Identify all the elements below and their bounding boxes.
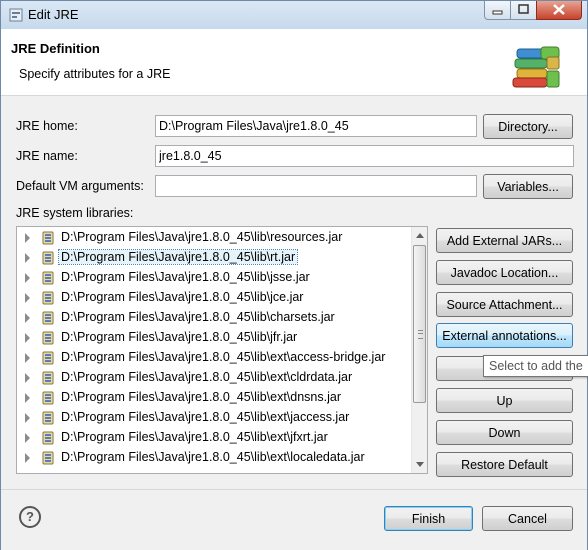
libraries-scrollbar[interactable]	[411, 227, 427, 473]
close-button[interactable]	[536, 1, 582, 20]
variables-button[interactable]: Variables...	[483, 174, 573, 199]
library-row[interactable]: D:\Program Files\Java\jre1.8.0_45\lib\jc…	[17, 288, 411, 308]
library-row[interactable]: D:\Program Files\Java\jre1.8.0_45\lib\ex…	[17, 408, 411, 428]
vm-args-input[interactable]	[155, 175, 477, 197]
library-row[interactable]: D:\Program Files\Java\jre1.8.0_45\lib\ex…	[17, 348, 411, 368]
javadoc-location-button[interactable]: Javadoc Location...	[436, 260, 573, 285]
window-app-icon	[9, 8, 23, 22]
header-subtitle: Specify attributes for a JRE	[19, 67, 171, 81]
expand-arrow-icon[interactable]	[25, 253, 30, 263]
library-row[interactable]: D:\Program Files\Java\jre1.8.0_45\lib\js…	[17, 268, 411, 288]
jre-name-label: JRE name:	[16, 149, 78, 163]
scroll-down-arrow-icon[interactable]	[416, 462, 424, 467]
library-path: D:\Program Files\Java\jre1.8.0_45\lib\ch…	[61, 310, 335, 324]
expand-arrow-icon[interactable]	[25, 293, 30, 303]
directory-button[interactable]: Directory...	[483, 114, 573, 139]
library-row[interactable]: D:\Program Files\Java\jre1.8.0_45\lib\ex…	[17, 368, 411, 388]
jar-file-icon	[42, 411, 54, 425]
library-books-icon	[512, 46, 560, 88]
maximize-button[interactable]	[510, 1, 537, 20]
up-button[interactable]: Up	[436, 388, 573, 413]
library-path: D:\Program Files\Java\jre1.8.0_45\lib\ex…	[61, 350, 386, 364]
minimize-button[interactable]	[484, 1, 511, 20]
external-annotations-button[interactable]: External annotations...	[436, 323, 573, 348]
expand-arrow-icon[interactable]	[25, 313, 30, 323]
jre-home-input[interactable]	[155, 115, 477, 137]
expand-arrow-icon[interactable]	[25, 233, 30, 243]
jre-libraries-label: JRE system libraries:	[16, 206, 134, 220]
jar-file-icon	[42, 331, 54, 345]
dialog-footer: ? Finish Cancel	[1, 489, 587, 550]
jar-file-icon	[42, 371, 54, 385]
title-bar[interactable]: Edit JRE	[1, 1, 587, 29]
minimize-icon	[492, 10, 503, 15]
scrollbar-thumb[interactable]	[413, 245, 426, 403]
vm-args-label: Default VM arguments:	[16, 179, 144, 193]
library-path: D:\Program Files\Java\jre1.8.0_45\lib\ex…	[61, 370, 353, 384]
library-row[interactable]: D:\Program Files\Java\jre1.8.0_45\lib\re…	[17, 228, 411, 248]
library-row[interactable]: D:\Program Files\Java\jre1.8.0_45\lib\ex…	[17, 448, 411, 468]
add-external-jars-button[interactable]: Add External JARs...	[436, 228, 573, 253]
jar-file-icon	[42, 391, 54, 405]
tooltip: Select to add the	[483, 355, 588, 377]
cancel-button[interactable]: Cancel	[482, 506, 573, 531]
jar-file-icon	[42, 291, 54, 305]
jar-file-icon	[42, 251, 54, 265]
scroll-grip-icon	[418, 330, 423, 339]
window-title: Edit JRE	[28, 7, 79, 22]
expand-arrow-icon[interactable]	[25, 433, 30, 443]
library-path: D:\Program Files\Java\jre1.8.0_45\lib\ex…	[61, 410, 350, 424]
library-path: D:\Program Files\Java\jre1.8.0_45\lib\ex…	[61, 450, 365, 464]
expand-arrow-icon[interactable]	[25, 373, 30, 383]
help-icon[interactable]: ?	[19, 506, 41, 528]
library-path: D:\Program Files\Java\jre1.8.0_45\lib\jc…	[61, 290, 304, 304]
library-path: D:\Program Files\Java\jre1.8.0_45\lib\rt…	[57, 249, 299, 265]
scroll-up-arrow-icon[interactable]	[416, 233, 424, 238]
header-title: JRE Definition	[11, 41, 100, 56]
jre-name-input[interactable]	[155, 145, 574, 167]
jar-file-icon	[42, 231, 54, 245]
library-row[interactable]: D:\Program Files\Java\jre1.8.0_45\lib\ex…	[17, 428, 411, 448]
source-attachment-button[interactable]: Source Attachment...	[436, 292, 573, 317]
jar-file-icon	[42, 271, 54, 285]
dialog-header: JRE Definition Specify attributes for a …	[1, 29, 587, 96]
library-path: D:\Program Files\Java\jre1.8.0_45\lib\jf…	[61, 330, 298, 344]
finish-button[interactable]: Finish	[384, 506, 473, 531]
expand-arrow-icon[interactable]	[25, 353, 30, 363]
jar-file-icon	[42, 451, 54, 465]
library-path: D:\Program Files\Java\jre1.8.0_45\lib\ex…	[61, 430, 328, 444]
expand-arrow-icon[interactable]	[25, 453, 30, 463]
maximize-icon	[518, 4, 529, 14]
library-path: D:\Program Files\Java\jre1.8.0_45\lib\re…	[61, 230, 343, 244]
jre-home-label: JRE home:	[16, 119, 78, 133]
library-row[interactable]: D:\Program Files\Java\jre1.8.0_45\lib\jf…	[17, 328, 411, 348]
expand-arrow-icon[interactable]	[25, 273, 30, 283]
expand-arrow-icon[interactable]	[25, 393, 30, 403]
library-row[interactable]: D:\Program Files\Java\jre1.8.0_45\lib\ex…	[17, 388, 411, 408]
restore-default-button[interactable]: Restore Default	[436, 452, 573, 477]
jar-file-icon	[42, 431, 54, 445]
library-row[interactable]: D:\Program Files\Java\jre1.8.0_45\lib\ch…	[17, 308, 411, 328]
library-row[interactable]: D:\Program Files\Java\jre1.8.0_45\lib\rt…	[17, 248, 411, 268]
expand-arrow-icon[interactable]	[25, 413, 30, 423]
library-path: D:\Program Files\Java\jre1.8.0_45\lib\ex…	[61, 390, 341, 404]
jar-file-icon	[42, 351, 54, 365]
expand-arrow-icon[interactable]	[25, 333, 30, 343]
jre-libraries-tree[interactable]: D:\Program Files\Java\jre1.8.0_45\lib\re…	[16, 226, 428, 474]
jar-file-icon	[42, 311, 54, 325]
down-button[interactable]: Down	[436, 420, 573, 445]
close-icon	[553, 4, 565, 15]
library-path: D:\Program Files\Java\jre1.8.0_45\lib\js…	[61, 270, 310, 284]
edit-jre-dialog: Edit JRE JRE Definition Specify attribut…	[0, 0, 588, 550]
